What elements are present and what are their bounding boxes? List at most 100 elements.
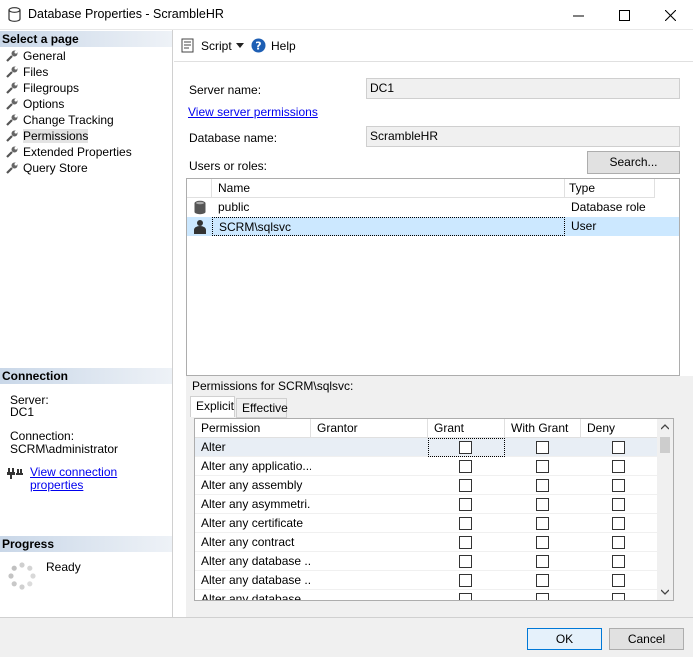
grid-header-type[interactable]: Type xyxy=(565,179,655,198)
deny-checkbox[interactable] xyxy=(612,574,625,587)
deny-checkbox[interactable] xyxy=(612,593,625,600)
deny-checkbox[interactable] xyxy=(612,479,625,492)
permission-row[interactable]: Alter any contract xyxy=(195,533,658,552)
permission-row[interactable]: Alter xyxy=(195,438,658,457)
page-files[interactable]: Files xyxy=(5,64,48,80)
page-extended-properties[interactable]: Extended Properties xyxy=(5,144,132,160)
minimize-button[interactable] xyxy=(555,0,601,30)
script-button[interactable]: Script xyxy=(181,38,232,53)
page-general[interactable]: General xyxy=(5,48,66,64)
deny-checkbox[interactable] xyxy=(612,555,625,568)
deny-checkbox[interactable] xyxy=(612,460,625,473)
permission-name: Alter any assembly xyxy=(201,478,303,492)
permission-row[interactable]: Alter any applicatio... xyxy=(195,457,658,476)
permission-row[interactable]: Alter any asymmetri... xyxy=(195,495,658,514)
table-row[interactable]: public Database role xyxy=(187,198,679,217)
permission-row[interactable]: Alter any assembly xyxy=(195,476,658,495)
perm-header-permission[interactable]: Permission xyxy=(195,419,311,438)
progress-status: Ready xyxy=(46,560,81,574)
select-page-header: Select a page xyxy=(0,31,172,47)
page-permissions[interactable]: Permissions xyxy=(5,128,89,144)
table-row-selected[interactable]: SCRM\sqlsvc User xyxy=(187,217,679,236)
with-grant-checkbox[interactable] xyxy=(536,555,549,568)
page-label: Permissions xyxy=(23,129,89,143)
with-grant-checkbox[interactable] xyxy=(536,574,549,587)
vertical-scrollbar[interactable] xyxy=(657,419,673,600)
permission-row[interactable]: Alter any database ... xyxy=(195,571,658,590)
with-grant-checkbox[interactable] xyxy=(536,593,549,600)
page-query-store[interactable]: Query Store xyxy=(5,160,88,176)
grant-checkbox[interactable] xyxy=(459,460,472,473)
tab-explicit[interactable]: Explicit xyxy=(190,396,235,417)
with-grant-checkbox[interactable] xyxy=(536,441,549,454)
database-icon xyxy=(8,7,21,22)
perm-header-grantor[interactable]: Grantor xyxy=(311,419,428,438)
with-grant-checkbox[interactable] xyxy=(536,498,549,511)
permission-grantor xyxy=(311,476,428,495)
ok-button[interactable]: OK xyxy=(527,628,602,650)
chevron-down-icon[interactable] xyxy=(661,589,669,595)
permission-row[interactable]: Alter any database ... xyxy=(195,590,658,601)
wrench-icon xyxy=(6,146,18,158)
maximize-icon xyxy=(618,9,630,21)
deny-checkbox[interactable] xyxy=(612,441,625,454)
page-label: Change Tracking xyxy=(23,113,114,127)
grant-checkbox[interactable] xyxy=(459,574,472,587)
permission-name: Alter any database ... xyxy=(201,592,311,601)
permission-name: Alter any certificate xyxy=(201,516,304,530)
page-options[interactable]: Options xyxy=(5,96,64,112)
page-label: Options xyxy=(23,97,65,111)
permission-grantor xyxy=(311,571,428,590)
search-button[interactable]: Search... xyxy=(587,151,680,174)
connection-plug-icon xyxy=(7,468,23,479)
page-label: Extended Properties xyxy=(23,145,132,159)
tab-effective[interactable]: Effective xyxy=(236,398,288,418)
page-filegroups[interactable]: Filegroups xyxy=(5,80,79,96)
close-button[interactable] xyxy=(647,0,693,30)
permission-name: Alter any asymmetri... xyxy=(201,497,311,511)
perm-header-with-grant[interactable]: With Grant xyxy=(505,419,581,438)
page-label: Query Store xyxy=(23,161,88,175)
grant-checkbox[interactable] xyxy=(459,441,472,454)
with-grant-checkbox[interactable] xyxy=(536,479,549,492)
perm-header-deny[interactable]: Deny xyxy=(581,419,658,438)
svg-text:?: ? xyxy=(255,40,261,53)
permission-row[interactable]: Alter any certificate xyxy=(195,514,658,533)
server-name-field[interactable]: DC1 xyxy=(366,78,680,99)
connection-value: SCRM\administrator xyxy=(10,442,119,456)
with-grant-checkbox[interactable] xyxy=(536,460,549,473)
grid-header-icon xyxy=(187,179,212,198)
page-change-tracking[interactable]: Change Tracking xyxy=(5,112,114,128)
view-server-permissions-link[interactable]: View server permissions xyxy=(188,105,318,119)
grant-checkbox[interactable] xyxy=(459,593,472,600)
view-connection-properties-link[interactable]: View connection properties xyxy=(30,466,172,492)
maximize-button[interactable] xyxy=(601,0,647,30)
progress-header: Progress xyxy=(0,536,172,552)
scrollbar-thumb[interactable] xyxy=(660,437,670,453)
chevron-down-icon[interactable] xyxy=(236,43,244,48)
cancel-button[interactable]: Cancel xyxy=(609,628,684,650)
database-name-field[interactable]: ScrambleHR xyxy=(366,126,680,147)
toolbar: Script ? Help xyxy=(174,30,693,62)
deny-checkbox[interactable] xyxy=(612,536,625,549)
with-grant-checkbox[interactable] xyxy=(536,536,549,549)
window-title: Database Properties - ScrambleHR xyxy=(28,7,224,21)
progress-spinner-icon xyxy=(8,562,36,590)
deny-checkbox[interactable] xyxy=(612,498,625,511)
grid-header-name[interactable]: Name xyxy=(212,179,565,198)
help-button[interactable]: ? Help xyxy=(251,38,296,53)
grant-checkbox[interactable] xyxy=(459,479,472,492)
grant-checkbox[interactable] xyxy=(459,555,472,568)
with-grant-checkbox[interactable] xyxy=(536,517,549,530)
help-label: Help xyxy=(271,38,296,53)
deny-checkbox[interactable] xyxy=(612,517,625,530)
users-or-roles-label: Users or roles: xyxy=(189,159,268,173)
chevron-up-icon[interactable] xyxy=(661,424,669,430)
grant-checkbox[interactable] xyxy=(459,498,472,511)
permission-row[interactable]: Alter any database ... xyxy=(195,552,658,571)
wrench-icon xyxy=(6,82,18,94)
perm-header-grant[interactable]: Grant xyxy=(428,419,505,438)
server-name-label: Server name: xyxy=(189,83,262,97)
grant-checkbox[interactable] xyxy=(459,536,472,549)
grant-checkbox[interactable] xyxy=(459,517,472,530)
